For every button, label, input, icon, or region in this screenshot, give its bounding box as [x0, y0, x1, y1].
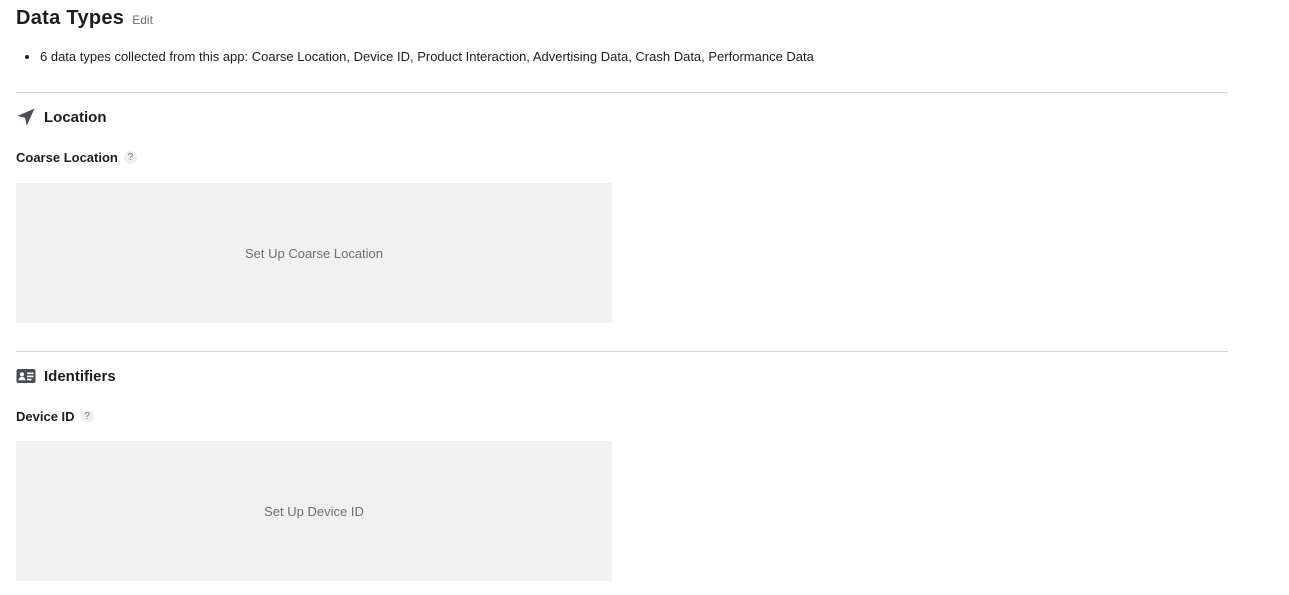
- help-icon[interactable]: ?: [80, 410, 94, 423]
- section-title-identifiers: Identifiers: [44, 367, 116, 385]
- location-arrow-icon: [16, 107, 36, 127]
- page-title: Data Types: [16, 7, 125, 29]
- item-label-coarse-location: Coarse Location ?: [16, 150, 137, 165]
- section-divider: [16, 351, 1228, 352]
- section-header-identifiers: Identifiers: [16, 366, 116, 386]
- section-header-location: Location: [16, 107, 107, 127]
- item-label-device-id: Device ID ?: [16, 409, 94, 424]
- item-name: Device ID: [16, 409, 75, 424]
- help-icon[interactable]: ?: [123, 151, 137, 164]
- section-title-location: Location: [44, 108, 107, 126]
- item-name: Coarse Location: [16, 150, 118, 165]
- page-header: Data Types Edit: [16, 7, 153, 30]
- id-card-icon: [16, 366, 36, 386]
- edit-link[interactable]: Edit: [132, 13, 153, 27]
- setup-label: Set Up Coarse Location: [244, 245, 384, 261]
- summary-list: 6 data types collected from this app: Co…: [16, 48, 814, 66]
- summary-item: 6 data types collected from this app: Co…: [40, 48, 814, 66]
- section-divider: [16, 92, 1228, 93]
- set-up-coarse-location-button[interactable]: Set Up Coarse Location: [16, 183, 612, 323]
- setup-label: Set Up Device ID: [264, 503, 364, 519]
- set-up-device-id-button[interactable]: Set Up Device ID: [16, 441, 612, 581]
